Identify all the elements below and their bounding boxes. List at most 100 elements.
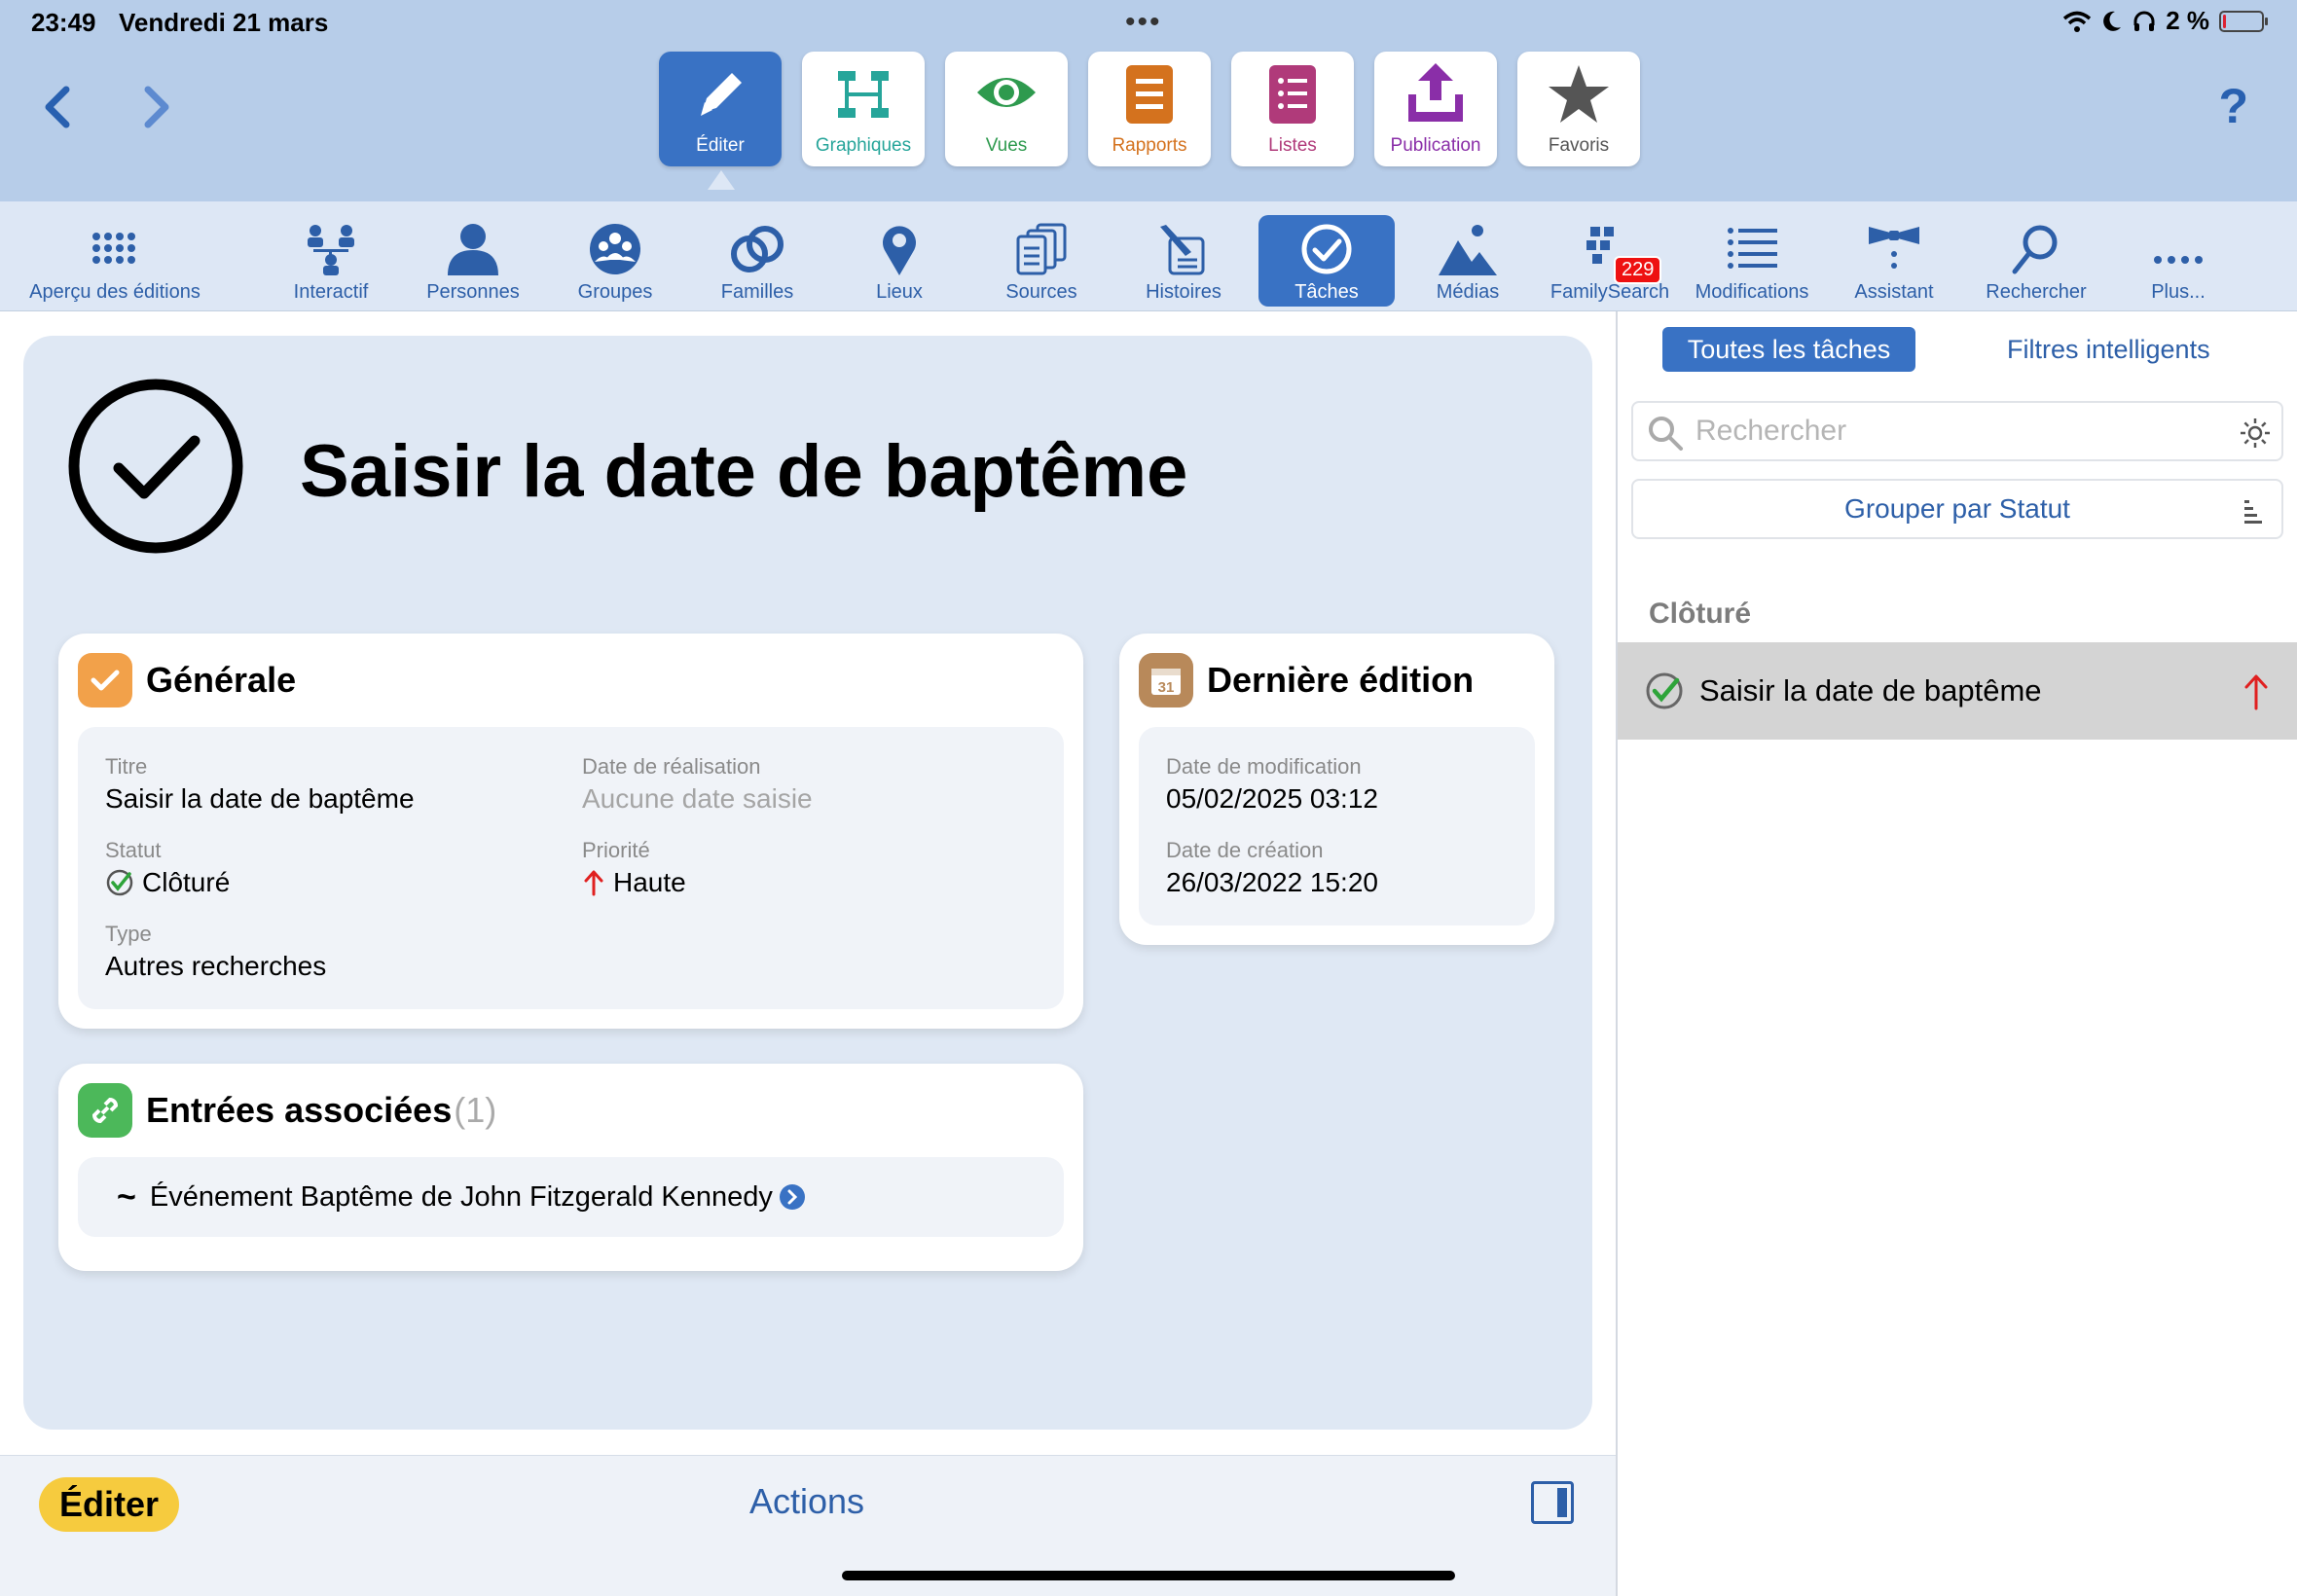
calendar-day: 31 (1158, 679, 1175, 696)
detail-card: Saisir la date de baptême Générale Titre… (23, 336, 1592, 1430)
tool-label: Tâches (1294, 281, 1359, 303)
tool-interactive[interactable]: Interactif (263, 215, 399, 307)
tool-label: Lieux (876, 281, 923, 303)
actions-button[interactable]: Actions (749, 1481, 864, 1522)
general-card-header: Générale (78, 653, 296, 707)
status-done-icon (1646, 672, 1683, 709)
tool-tasks[interactable]: Tâches (1258, 215, 1395, 307)
help-button[interactable]: ? (2218, 78, 2248, 134)
headphones-icon (2133, 11, 2155, 31)
star-icon (1549, 65, 1609, 123)
tool-label: Médias (1436, 281, 1500, 303)
list-icon (1269, 65, 1316, 124)
edit-button[interactable]: Éditer (39, 1477, 179, 1532)
tool-label: Groupes (577, 281, 653, 303)
tool-stories[interactable]: Histoires (1115, 215, 1252, 307)
task-list-sidebar: Toutes les tâches Filtres intelligents G… (1616, 311, 2297, 1596)
mode-tab-reports[interactable]: Rapports (1088, 52, 1211, 166)
tool-familysearch[interactable]: 229 FamilySearch (1542, 215, 1678, 307)
more-dots-icon (2154, 256, 2203, 264)
field-type: Type Autres recherches (105, 922, 326, 982)
tool-more[interactable]: Plus... (2110, 215, 2246, 307)
tool-persons[interactable]: Personnes (405, 215, 541, 307)
mountain-icon (1439, 225, 1497, 275)
search-icon (1649, 417, 1683, 451)
mode-tab-edit[interactable]: Éditer (659, 52, 782, 190)
tool-label: Sources (1005, 281, 1077, 303)
status-done-icon (106, 869, 133, 896)
tool-sources[interactable]: Sources (973, 215, 1110, 307)
field-value-row: Haute (582, 867, 686, 898)
mode-tab-views[interactable]: Vues (945, 52, 1068, 166)
back-arrow-icon[interactable] (39, 78, 78, 136)
task-row[interactable]: Saisir la date de baptême (1618, 642, 2297, 740)
mode-tab-label: Publication (1390, 135, 1481, 156)
linked-entries-header: Entrées associées (1) (78, 1083, 496, 1138)
header: 23:49 Vendredi 21 mars ••• 2 % Éditer Gr… (0, 0, 2297, 201)
mode-tab-label: Graphiques (815, 135, 912, 156)
mode-tab-charts[interactable]: Graphiques (802, 52, 925, 166)
tool-edit-overview[interactable]: Aperçu des éditions (29, 215, 201, 307)
battery-level (2223, 14, 2226, 28)
bowtie-icon (1869, 227, 1919, 269)
field-value: Aucune date saisie (582, 783, 813, 814)
list-lines-icon (1728, 228, 1777, 269)
event-tilde-icon: ~ (117, 1178, 136, 1215)
battery-icon (2219, 10, 2268, 32)
multitasking-dots-icon[interactable]: ••• (1125, 6, 1162, 39)
linked-entries-card: Entrées associées (1) ~ Événement Baptêm… (58, 1064, 1083, 1271)
last-edit-card-title: Dernière édition (1207, 660, 1475, 700)
tool-label: FamilySearch (1550, 281, 1670, 303)
last-edit-fields: Date de modification 05/02/2025 03:12 Da… (1139, 727, 1535, 925)
tool-places[interactable]: Lieux (831, 215, 967, 307)
magnifier-icon (2012, 225, 2058, 274)
pin-icon (883, 226, 916, 275)
last-edit-card: 31 Dernière édition Date de modification… (1119, 634, 1554, 945)
status-bar: 23:49 Vendredi 21 mars ••• 2 % (0, 0, 2297, 47)
tool-assistant[interactable]: Assistant (1826, 215, 1962, 307)
general-card-title: Générale (146, 660, 297, 700)
field-status: Statut Clôturé (105, 838, 230, 898)
mode-tab-lists[interactable]: Listes (1231, 52, 1354, 166)
mode-tab-publication[interactable]: Publication (1374, 52, 1497, 166)
priority-value: Haute (613, 867, 686, 897)
chart-tree-icon (838, 71, 889, 118)
search-input[interactable] (1695, 415, 2202, 448)
sort-lines-icon (2244, 500, 2262, 524)
linked-entry-row[interactable]: ~ Événement Baptême de John Fitzgerald K… (78, 1157, 1064, 1237)
tool-label: Histoires (1146, 281, 1221, 303)
field-value: 05/02/2025 03:12 (1166, 783, 1378, 814)
field-completion-date: Date de réalisation Aucune date saisie (582, 754, 813, 815)
segment-smart-filters[interactable]: Filtres intelligents (2007, 327, 2210, 372)
tool-media[interactable]: Médias (1400, 215, 1536, 307)
mode-tab-label: Vues (985, 135, 1028, 156)
forward-arrow-icon[interactable] (136, 78, 175, 136)
group-by-status-button[interactable]: Grouper par Statut (1631, 479, 2283, 539)
task-check-icon (68, 379, 243, 554)
tool-families[interactable]: Familles (689, 215, 825, 307)
task-row-label: Saisir la date de baptême (1699, 673, 2042, 707)
arrow-up-icon (584, 870, 603, 896)
field-value: Saisir la date de baptême (105, 783, 415, 814)
battery-percent: 2 % (2166, 6, 2209, 35)
field-label: Titre (105, 754, 148, 779)
mode-tab-favorites[interactable]: Favoris (1517, 52, 1640, 166)
tool-search[interactable]: Rechercher (1968, 215, 2104, 307)
group-icon (590, 224, 640, 274)
chevron-right-circle-icon[interactable] (779, 1183, 806, 1211)
general-fields[interactable]: Titre Saisir la date de baptême Date de … (78, 727, 1064, 1009)
tool-label: Rechercher (1986, 281, 2087, 303)
gear-icon[interactable] (2239, 417, 2272, 450)
sidebar-toggle-icon[interactable] (1531, 1481, 1574, 1524)
home-indicator[interactable] (842, 1571, 1455, 1580)
field-title: Titre Saisir la date de baptême (105, 754, 415, 815)
moon-icon (2103, 11, 2122, 31)
section-toolbar: Aperçu des éditions Interactif Personnes… (0, 201, 2297, 311)
segment-all-tasks[interactable]: Toutes les tâches (1662, 327, 1915, 372)
status-value: Clôturé (142, 867, 231, 897)
linked-entries-title: Entrées associées (146, 1090, 453, 1130)
eye-icon (977, 78, 1036, 107)
tool-groups[interactable]: Groupes (547, 215, 683, 307)
tool-modifications[interactable]: Modifications (1684, 215, 1820, 307)
familysearch-badge: 229 (1614, 256, 1662, 284)
